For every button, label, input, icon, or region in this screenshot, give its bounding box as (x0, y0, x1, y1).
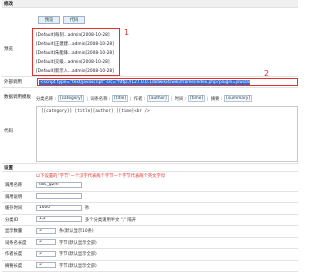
tab-preview[interactable]: 预览 (38, 16, 60, 24)
code-label: 代码 (4, 129, 13, 134)
callout-2: 2 (264, 69, 270, 78)
insert-author-button[interactable]: [author] (147, 95, 169, 102)
toolbar-label-summary: 摘要 : (210, 96, 223, 102)
external-call-label: 外部调用 (4, 80, 22, 85)
list-item[interactable]: [Default]朱能锋...admin[2008-10-28] (36, 50, 114, 56)
field-input[interactable]: 5 (36, 239, 56, 245)
field-input[interactable] (36, 193, 82, 199)
field-input[interactable]: doc_g2m (36, 181, 82, 188)
preview-label: 预览 (4, 47, 13, 52)
separator: | (170, 97, 173, 102)
toolbar-label-category: 分类名称 : (36, 96, 57, 102)
list-item[interactable]: [Default]每刻...admin[2008-10-28] (36, 32, 110, 38)
field-hint: 字节(默认显示全部) (59, 240, 97, 246)
field-label: 调用说明 (5, 194, 23, 200)
field-label: 作者长度 (5, 252, 23, 257)
field-input[interactable]: 5 (36, 262, 56, 268)
field-input[interactable]: 5 (36, 250, 56, 257)
template-toolbar: 分类名称 : [category] | 词条名称 : [title] | 作者 : [au… (36, 95, 298, 104)
field-label: 分类ID (5, 217, 19, 223)
field-input[interactable]: 5 (36, 227, 56, 234)
code-textarea[interactable]: [[category]] [title][author] [[time]<br … (36, 106, 298, 162)
separator: | (129, 97, 132, 102)
settings-row: 设置 (2, 164, 298, 172)
field-input[interactable]: 1,2 (36, 216, 82, 222)
field-hint: 字节(默认显示全部) (59, 252, 97, 257)
tab-code[interactable]: 代码 (63, 16, 85, 24)
list-item[interactable]: [Default]交级...admin[2008-10-28] (36, 59, 110, 65)
section-title: 修改 (4, 2, 13, 7)
external-call-field[interactable]: <script type="text/javascript" src="http… (37, 78, 298, 86)
separator: | (86, 97, 88, 102)
list-item[interactable]: [Default]正建建...admin[2008-10-28] (36, 41, 114, 47)
field-label: 词条名长度 (5, 240, 27, 246)
field-hint: 字节(默认显示全部) (59, 263, 97, 269)
field-label: 显示数量 (5, 229, 23, 234)
toolbar-label-time: 时间 : (174, 96, 186, 102)
preview-list: [Default]每刻...admin[2008-10-28] [Default… (32, 28, 120, 76)
field-label: 摘要长度 (5, 263, 23, 269)
template-label: 数据调用模板 (4, 95, 31, 100)
field-hint: 多个分类请用半文 "," 隔开 (85, 217, 137, 223)
field-hint: 秒 (85, 206, 90, 211)
insert-category-button[interactable]: [category] (58, 95, 85, 102)
field-label: 缓存时间 (5, 206, 23, 211)
toolbar-label-author: 作者 : (133, 96, 146, 102)
insert-summary-button[interactable]: [summary] (224, 95, 252, 102)
callout-1: 1 (124, 28, 130, 37)
field-label: 调用名称 (5, 183, 23, 188)
separator: | (207, 97, 209, 102)
section-header: 修改 (2, 0, 298, 8)
field-input[interactable]: 1600 (36, 204, 82, 211)
external-call-value: <script type="text/javascript" src="http… (39, 80, 250, 85)
insert-time-button[interactable]: [time] (187, 95, 206, 102)
settings-label: 设置 (4, 166, 13, 171)
list-item[interactable]: [Default]新示入...admin[2008-10-28] (36, 68, 114, 74)
field-hint: 条(默认显示10条) (59, 229, 94, 234)
insert-title-button[interactable]: [title] (112, 95, 128, 102)
toolbar-label-title: 词条名称 : (90, 96, 111, 102)
